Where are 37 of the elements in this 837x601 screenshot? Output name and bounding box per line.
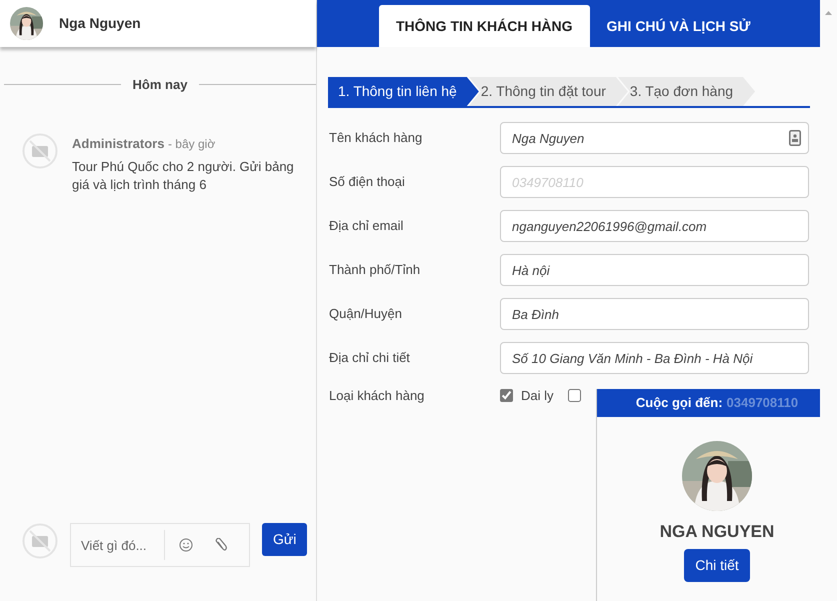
message-time: - bây giờ — [168, 136, 216, 150]
no-photo-icon — [22, 132, 58, 168]
input-field[interactable]: nganguyen22061996@gmail.com — [500, 210, 809, 242]
tab[interactable]: THÔNG TIN KHÁCH HÀNG — [379, 5, 590, 47]
caller-number: 0349708110 — [726, 394, 798, 412]
field-label: Địa chỉ email — [329, 217, 404, 236]
message-field[interactable]: Viết gì đó... — [71, 530, 165, 560]
send-button[interactable]: Gửi — [262, 523, 308, 556]
field-label: Tên khách hàng — [329, 129, 424, 148]
input-field[interactable]: Ba Đình — [500, 298, 809, 330]
field-label: Quận/Huyện — [329, 305, 403, 324]
checkbox[interactable] — [500, 389, 513, 402]
contact-card-icon[interactable] — [789, 130, 801, 146]
checkbox-label: Dai ly — [521, 387, 554, 405]
message-text: Tour Phú Quốc cho 2 người. Gửi bảng giá và lịch trình tháng 6 — [72, 158, 295, 194]
message-box[interactable]: Viết gì đó... — [70, 523, 250, 567]
details-button[interactable]: Chi tiết — [684, 548, 750, 582]
field-label: Địa chỉ chi tiết — [329, 349, 411, 368]
step-tab[interactable]: 1. Thông tin liên hệ — [328, 77, 479, 106]
step-tab[interactable]: 2. Thông tin đặt tour — [468, 77, 628, 106]
input-field[interactable]: Hà nội — [500, 254, 809, 286]
message-author: Administrators — [72, 136, 164, 150]
checkbox[interactable] — [568, 389, 581, 402]
step-tab[interactable]: 3. Tạo đơn hàng — [618, 77, 756, 106]
field-label: Số điện thoại — [329, 173, 406, 192]
emoji-icon[interactable] — [179, 538, 193, 552]
attach-icon[interactable] — [215, 538, 227, 552]
no-photo-icon — [22, 523, 58, 559]
input-field[interactable]: Nga Nguyen — [500, 122, 809, 154]
input-field[interactable]: Số 10 Giang Văn Minh - Ba Đình - Hà Nội — [500, 342, 809, 374]
tab[interactable]: GHI CHÚ VÀ LỊCH SỬ — [590, 5, 768, 47]
field-label: Loại khách hàng — [329, 387, 426, 405]
day-divider: Hôm nay — [132, 76, 188, 94]
field-label: Thành phố/Tỉnh — [329, 261, 422, 280]
contact-name: Nga Nguyen — [59, 14, 141, 33]
caller-name: NGA NGUYEN — [660, 521, 774, 543]
call-title: Cuộc gọi đến: — [636, 394, 723, 412]
